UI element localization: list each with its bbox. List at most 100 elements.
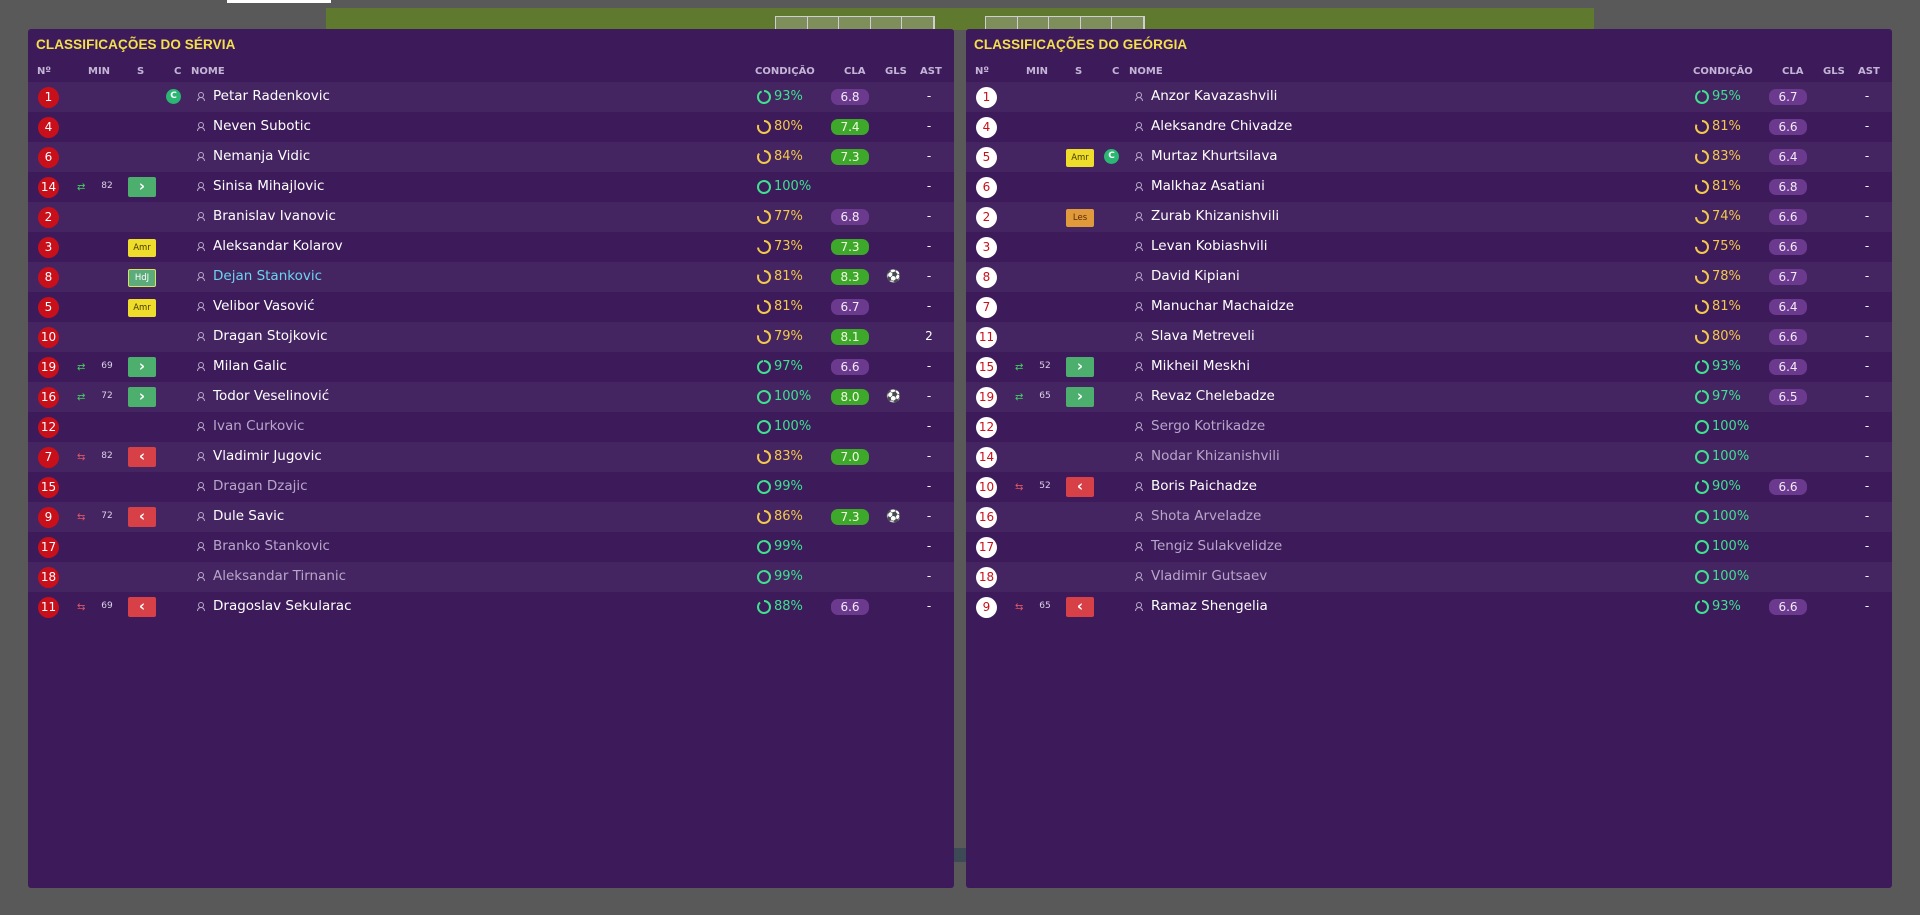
player-row[interactable]: 12 Sergo Kotrikadze 100% - bbox=[966, 412, 1892, 442]
player-name[interactable]: Aleksandre Chivadze bbox=[1151, 118, 1292, 134]
subbed-off-chevron-icon[interactable]: ‹ bbox=[128, 507, 156, 527]
subbed-on-chevron-icon[interactable]: › bbox=[128, 357, 156, 377]
player-row[interactable]: 2 Les Zurab Khizanishvili 74% 6.6 - bbox=[966, 202, 1892, 232]
header-condition[interactable]: CONDIÇÃO bbox=[1693, 66, 1753, 77]
player-row[interactable]: 3 Amr Aleksandar Kolarov 73% 7.3 - bbox=[28, 232, 954, 262]
subbed-off-chevron-icon[interactable]: ‹ bbox=[128, 597, 156, 617]
player-name[interactable]: Boris Paichadze bbox=[1151, 478, 1257, 494]
player-name[interactable]: Malkhaz Asatiani bbox=[1151, 178, 1265, 194]
player-name[interactable]: Zurab Khizanishvili bbox=[1151, 208, 1279, 224]
header-condition[interactable]: CONDIÇÃO bbox=[755, 66, 815, 77]
player-name[interactable]: Dragan Stojkovic bbox=[213, 328, 328, 344]
player-row[interactable]: 4 Aleksandre Chivadze 81% 6.6 - bbox=[966, 112, 1892, 142]
player-row[interactable]: 8 HdJ Dejan Stankovic 81% 8.3 ⚽ - bbox=[28, 262, 954, 292]
player-name[interactable]: Nemanja Vidic bbox=[213, 148, 310, 164]
player-name[interactable]: Ramaz Shengelia bbox=[1151, 598, 1268, 614]
header-number[interactable]: Nº bbox=[37, 66, 51, 77]
player-row[interactable]: 17 Tengiz Sulakvelidze 100% - bbox=[966, 532, 1892, 562]
header-name[interactable]: NOME bbox=[1129, 66, 1163, 77]
player-row[interactable]: 5 Amr Velibor Vasović 81% 6.7 - bbox=[28, 292, 954, 322]
player-name[interactable]: Slava Metreveli bbox=[1151, 328, 1255, 344]
header-cla[interactable]: CLA bbox=[1782, 66, 1803, 77]
player-row[interactable]: 10 Dragan Stojkovic 79% 8.1 2 bbox=[28, 322, 954, 352]
player-name[interactable]: David Kipiani bbox=[1151, 268, 1240, 284]
player-row[interactable]: 4 Neven Subotic 80% 7.4 - bbox=[28, 112, 954, 142]
player-row[interactable]: 14 Nodar Khizanishvili 100% - bbox=[966, 442, 1892, 472]
player-row[interactable]: 15 Dragan Dzajic 99% - bbox=[28, 472, 954, 502]
player-row[interactable]: 16 ⇄ 72 › Todor Veselinović 100% 8.0 ⚽ - bbox=[28, 382, 954, 412]
player-name[interactable]: Ivan Curkovic bbox=[213, 418, 304, 434]
player-row[interactable]: 17 Branko Stankovic 99% - bbox=[28, 532, 954, 562]
player-row[interactable]: 7 Manuchar Machaidze 81% 6.4 - bbox=[966, 292, 1892, 322]
player-row[interactable]: 9 ⇆ 72 ‹ Dule Savic 86% 7.3 ⚽ - bbox=[28, 502, 954, 532]
header-c[interactable]: C bbox=[1112, 66, 1119, 77]
header-gls[interactable]: GLS bbox=[885, 66, 907, 77]
player-row[interactable]: 1 Anzor Kavazashvili 95% 6.7 - bbox=[966, 82, 1892, 112]
player-row[interactable]: 18 Aleksandar Tirnanic 99% - bbox=[28, 562, 954, 592]
player-row[interactable]: 8 David Kipiani 78% 6.7 - bbox=[966, 262, 1892, 292]
header-name[interactable]: NOME bbox=[191, 66, 225, 77]
player-row[interactable]: 6 Malkhaz Asatiani 81% 6.8 - bbox=[966, 172, 1892, 202]
player-name[interactable]: Milan Galic bbox=[213, 358, 287, 374]
player-row[interactable]: 12 Ivan Curkovic 100% - bbox=[28, 412, 954, 442]
player-name[interactable]: Levan Kobiashvili bbox=[1151, 238, 1268, 254]
player-name[interactable]: Branko Stankovic bbox=[213, 538, 330, 554]
player-name[interactable]: Aleksandar Kolarov bbox=[213, 238, 343, 254]
subbed-on-chevron-icon[interactable]: › bbox=[128, 177, 156, 197]
player-name[interactable]: Dejan Stankovic bbox=[213, 268, 322, 284]
player-name[interactable]: Neven Subotic bbox=[213, 118, 311, 134]
subbed-on-chevron-icon[interactable]: › bbox=[1066, 387, 1094, 407]
player-row[interactable]: 1 C Petar Radenkovic 93% 6.8 - bbox=[28, 82, 954, 112]
header-ast[interactable]: AST bbox=[1858, 66, 1880, 77]
player-row[interactable]: 6 Nemanja Vidic 84% 7.3 - bbox=[28, 142, 954, 172]
player-row[interactable]: 16 Shota Arveladze 100% - bbox=[966, 502, 1892, 532]
player-name[interactable]: Dule Savic bbox=[213, 508, 284, 524]
player-name[interactable]: Dragan Dzajic bbox=[213, 478, 308, 494]
player-name[interactable]: Shota Arveladze bbox=[1151, 508, 1261, 524]
player-row[interactable]: 14 ⇄ 82 › Sinisa Mihajlovic 100% - bbox=[28, 172, 954, 202]
subbed-on-chevron-icon[interactable]: › bbox=[1066, 357, 1094, 377]
player-name[interactable]: Tengiz Sulakvelidze bbox=[1151, 538, 1282, 554]
player-row[interactable]: 11 ⇆ 69 ‹ Dragoslav Sekularac 88% 6.6 - bbox=[28, 592, 954, 622]
player-name[interactable]: Velibor Vasović bbox=[213, 298, 315, 314]
player-name[interactable]: Dragoslav Sekularac bbox=[213, 598, 352, 614]
player-name[interactable]: Mikheil Meskhi bbox=[1151, 358, 1250, 374]
player-row[interactable]: 11 Slava Metreveli 80% 6.6 - bbox=[966, 322, 1892, 352]
header-s[interactable]: S bbox=[1075, 66, 1082, 77]
header-gls[interactable]: GLS bbox=[1823, 66, 1845, 77]
player-name[interactable]: Sergo Kotrikadze bbox=[1151, 418, 1265, 434]
player-row[interactable]: 7 ⇆ 82 ‹ Vladimir Jugovic 83% 7.0 - bbox=[28, 442, 954, 472]
header-min[interactable]: MIN bbox=[88, 66, 110, 77]
player-row[interactable]: 3 Levan Kobiashvili 75% 6.6 - bbox=[966, 232, 1892, 262]
player-row[interactable]: 2 Branislav Ivanovic 77% 6.8 - bbox=[28, 202, 954, 232]
player-row[interactable]: 10 ⇆ 52 ‹ Boris Paichadze 90% 6.6 - bbox=[966, 472, 1892, 502]
player-name[interactable]: Vladimir Gutsaev bbox=[1151, 568, 1267, 584]
header-number[interactable]: Nº bbox=[975, 66, 989, 77]
player-name[interactable]: Todor Veselinović bbox=[213, 388, 329, 404]
subbed-off-chevron-icon[interactable]: ‹ bbox=[1066, 597, 1094, 617]
player-name[interactable]: Manuchar Machaidze bbox=[1151, 298, 1294, 314]
player-row[interactable]: 15 ⇄ 52 › Mikheil Meskhi 93% 6.4 - bbox=[966, 352, 1892, 382]
subbed-off-chevron-icon[interactable]: ‹ bbox=[128, 447, 156, 467]
header-cla[interactable]: CLA bbox=[844, 66, 865, 77]
player-name[interactable]: Revaz Chelebadze bbox=[1151, 388, 1275, 404]
header-s[interactable]: S bbox=[137, 66, 144, 77]
header-min[interactable]: MIN bbox=[1026, 66, 1048, 77]
player-row[interactable]: 19 ⇄ 65 › Revaz Chelebadze 97% 6.5 - bbox=[966, 382, 1892, 412]
player-row[interactable]: 5 Amr C Murtaz Khurtsilava 83% 6.4 - bbox=[966, 142, 1892, 172]
player-name[interactable]: Sinisa Mihajlovic bbox=[213, 178, 324, 194]
player-row[interactable]: 9 ⇆ 65 ‹ Ramaz Shengelia 93% 6.6 - bbox=[966, 592, 1892, 622]
player-row[interactable]: 19 ⇄ 69 › Milan Galic 97% 6.6 - bbox=[28, 352, 954, 382]
player-name[interactable]: Murtaz Khurtsilava bbox=[1151, 148, 1278, 164]
player-name[interactable]: Petar Radenkovic bbox=[213, 88, 330, 104]
header-ast[interactable]: AST bbox=[920, 66, 942, 77]
subbed-on-chevron-icon[interactable]: › bbox=[128, 387, 156, 407]
subbed-off-chevron-icon[interactable]: ‹ bbox=[1066, 477, 1094, 497]
player-name[interactable]: Nodar Khizanishvili bbox=[1151, 448, 1280, 464]
player-name[interactable]: Vladimir Jugovic bbox=[213, 448, 322, 464]
player-name[interactable]: Anzor Kavazashvili bbox=[1151, 88, 1277, 104]
player-name[interactable]: Branislav Ivanovic bbox=[213, 208, 336, 224]
player-name[interactable]: Aleksandar Tirnanic bbox=[213, 568, 346, 584]
header-c[interactable]: C bbox=[174, 66, 181, 77]
player-row[interactable]: 18 Vladimir Gutsaev 100% - bbox=[966, 562, 1892, 592]
